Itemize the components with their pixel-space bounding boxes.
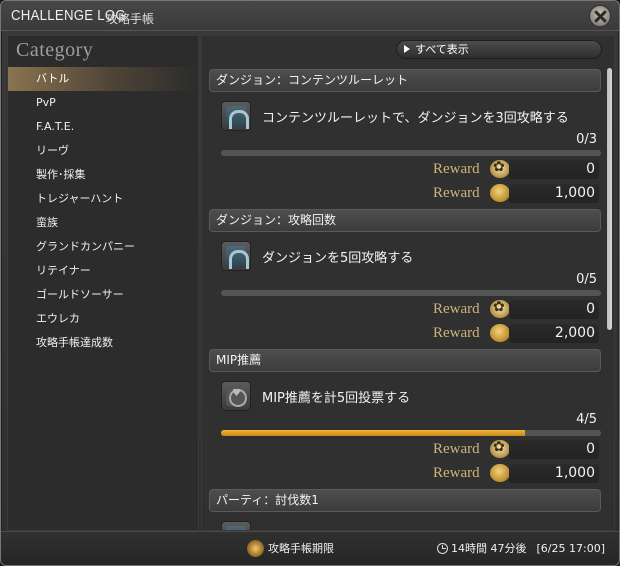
title-bar[interactable]: CHALLENGE LOG 攻略手帳 — [1, 1, 619, 31]
challenge-section: パーティ：討伐数1 — [209, 489, 601, 530]
progress-bar — [221, 150, 601, 156]
reward-label: Reward — [433, 441, 480, 457]
challenge-task: MIP推薦を計5回投票する — [262, 391, 411, 406]
category-list: バトル PvP F.A.T.E. リーヴ 製作･採集 トレジャーハント 蛮族 グ… — [8, 67, 198, 355]
reward-value: 1,000 — [509, 184, 599, 203]
category-item-completion-count[interactable]: 攻略手帳達成数 — [8, 331, 198, 355]
section-header: MIP推薦 — [209, 349, 601, 372]
category-item-beast-tribes[interactable]: 蛮族 — [8, 211, 198, 235]
progress-count: 4/5 — [576, 412, 597, 427]
reward-label: Reward — [433, 325, 480, 341]
progress-bar — [221, 430, 601, 436]
gil-icon — [490, 324, 510, 342]
reward-row: Reward 0 — [209, 158, 601, 180]
mgp-icon — [490, 439, 510, 458]
category-item-grand-company[interactable]: グランドカンパニー — [8, 235, 198, 259]
category-item-fate[interactable]: F.A.T.E. — [8, 115, 198, 139]
show-all-button[interactable]: すべて表示 — [396, 40, 602, 59]
footer: 攻略手帳期限 14時間 47分後 [6/25 17:00] — [1, 531, 619, 565]
close-button[interactable] — [589, 5, 611, 27]
section-header: ダンジョン：コンテンツルーレット — [209, 69, 601, 92]
heart-icon — [221, 381, 251, 411]
reward-value: 0 — [509, 300, 599, 319]
category-panel: Category バトル PvP F.A.T.E. リーヴ 製作･採集 トレジャ… — [7, 35, 199, 531]
category-item-retainer[interactable]: リテイナー — [8, 259, 198, 283]
reward-row: Reward 1,000 — [209, 462, 601, 484]
reset-timer: 14時間 47分後 [6/25 17:00] — [437, 539, 605, 559]
dungeon-icon — [221, 241, 251, 271]
reward-value: 0 — [509, 160, 599, 179]
challenge-list-panel: すべて表示 ダンジョン：コンテンツルーレット コンテンツルーレットで、ダンジョン… — [201, 35, 615, 531]
progress-count: 0/3 — [576, 132, 597, 147]
deadline-icon — [247, 539, 264, 557]
category-item-pvp[interactable]: PvP — [8, 91, 198, 115]
window-subtitle: 攻略手帳 — [106, 12, 155, 26]
time-remaining: 14時間 47分後 — [451, 542, 527, 555]
play-arrow-icon — [404, 45, 410, 53]
mgp-icon — [490, 299, 510, 318]
reward-value: 2,000 — [509, 324, 599, 343]
reward-label: Reward — [433, 161, 480, 177]
challenge-task: コンテンツルーレットで、ダンジョンを3回攻略する — [262, 111, 569, 126]
category-item-treasure-hunt[interactable]: トレジャーハント — [8, 187, 198, 211]
category-item-battle[interactable]: バトル — [8, 67, 198, 91]
clock-icon — [437, 542, 449, 554]
section-header: パーティ：討伐数1 — [209, 489, 601, 512]
reward-row: Reward 0 — [209, 438, 601, 460]
reward-row: Reward 0 — [209, 298, 601, 320]
reward-row: Reward 2,000 — [209, 322, 601, 344]
reward-label: Reward — [433, 301, 480, 317]
mgp-icon — [490, 159, 510, 178]
challenge-task: ダンジョンを5回攻略する — [262, 251, 414, 266]
section-header: ダンジョン：攻略回数 — [209, 209, 601, 232]
category-item-eureka[interactable]: エウレカ — [8, 307, 198, 331]
gil-icon — [490, 184, 510, 202]
challenge-section: ダンジョン：コンテンツルーレット コンテンツルーレットで、ダンジョンを3回攻略す… — [209, 69, 601, 209]
challenge-section: MIP推薦 MIP推薦を計5回投票する 4/5 Reward 0 Reward … — [209, 349, 601, 489]
progress-count: 0/5 — [576, 272, 597, 287]
reward-label: Reward — [433, 185, 480, 201]
category-heading: Category — [16, 39, 94, 61]
category-item-gold-saucer[interactable]: ゴールドソーサー — [8, 283, 198, 307]
reward-label: Reward — [433, 465, 480, 481]
reward-row: Reward 1,000 — [209, 182, 601, 204]
deadline: 攻略手帳期限 — [247, 539, 334, 559]
scrollbar-thumb[interactable] — [607, 68, 612, 330]
dungeon-icon — [221, 101, 251, 131]
challenge-log-window: CHALLENGE LOG 攻略手帳 Category バトル PvP F.A.… — [0, 0, 620, 566]
reset-time: [6/25 17:00] — [536, 542, 605, 555]
dungeon-icon — [221, 521, 251, 530]
progress-fill — [221, 430, 525, 436]
category-item-crafting-gathering[interactable]: 製作･採集 — [8, 163, 198, 187]
progress-bar — [221, 290, 601, 296]
reward-value: 0 — [509, 440, 599, 459]
challenge-section: ダンジョン：攻略回数 ダンジョンを5回攻略する 0/5 Reward 0 Rew… — [209, 209, 601, 349]
gil-icon — [490, 464, 510, 482]
category-item-leve[interactable]: リーヴ — [8, 139, 198, 163]
show-all-label: すべて表示 — [415, 43, 469, 56]
deadline-label: 攻略手帳期限 — [268, 542, 334, 555]
reward-value: 1,000 — [509, 464, 599, 483]
